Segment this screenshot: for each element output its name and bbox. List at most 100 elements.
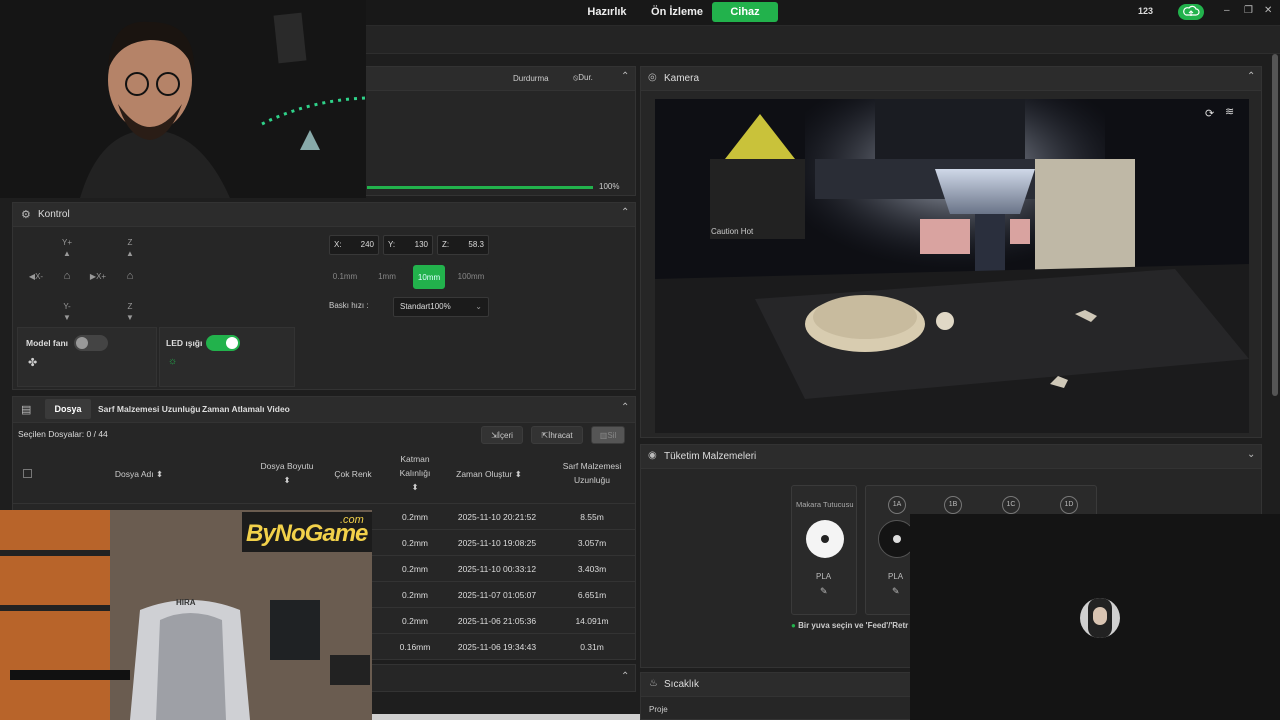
slot-hint-text: Bir yuva seçin ve 'Feed'/'Retr	[798, 621, 909, 630]
edit-icon[interactable]: ✎	[820, 586, 828, 597]
cell-layer-height: 0.2mm	[402, 512, 428, 522]
cell-layer-height: 0.2mm	[402, 590, 428, 600]
cell-created-time: 2025-11-06 19:34:43	[457, 642, 537, 652]
slot-1a[interactable]: 1A	[888, 496, 906, 514]
jog-x-plus-label: X+	[96, 272, 107, 281]
cell-created-time: 2025-11-10 20:21:52	[457, 512, 537, 522]
jog-y-plus-button[interactable]: Y+ ▲	[54, 237, 80, 261]
chevron-up-icon[interactable]: ⌃	[621, 671, 629, 682]
import-button[interactable]: ⇲İçeri	[481, 426, 523, 444]
gear-icon: ⚙	[21, 209, 31, 221]
jog-z-up-label: Z	[127, 238, 133, 247]
tab-filament-length[interactable]: Sarf Malzemesi Uzunluğu	[98, 404, 201, 414]
temperature-title: Sıcaklık	[664, 679, 700, 690]
tab-preview[interactable]: Ön İzleme	[646, 2, 708, 22]
tab-prepare[interactable]: Hazırlık	[580, 2, 634, 22]
minimize-button[interactable]: –	[1224, 5, 1230, 16]
cell-filament-length: 14.091m	[575, 616, 609, 626]
x-position-field[interactable]: X: 240	[329, 235, 379, 255]
spool-icon: ◉	[648, 450, 657, 461]
home-z-button[interactable]: ⌂	[117, 271, 143, 295]
delete-button[interactable]: ▥Sil	[591, 426, 625, 444]
spool-holder-label: Makara Tutucusu	[796, 500, 854, 509]
scrollbar[interactable]	[1272, 54, 1278, 396]
restore-button[interactable]: ❐	[1244, 5, 1253, 16]
edit-icon[interactable]: ✎	[892, 586, 900, 597]
col-file-name[interactable]: Dosya Adı ⬍	[99, 467, 179, 481]
filament-header: ◉ Tüketim Malzemeleri ⌄	[641, 445, 1261, 469]
sort-icon: ⬍	[156, 469, 164, 479]
triangle-up-icon: ▲	[63, 249, 71, 258]
webcam-overlay-room: ByNoGame .com HIRA	[0, 510, 372, 720]
chevron-up-icon[interactable]: ⌃	[621, 71, 629, 82]
col-created-time[interactable]: Zaman Oluştur ⬍	[449, 467, 529, 481]
cell-layer-height: 0.2mm	[402, 564, 428, 574]
stop-button[interactable]: Durdurma	[513, 74, 549, 83]
col-multicolor: Çok Renk	[334, 469, 372, 479]
import-label: İçeri	[497, 431, 513, 440]
jog-x-plus-button[interactable]: ▶X+	[85, 271, 111, 295]
camera-title: Kamera	[664, 73, 700, 84]
step-10mm-button[interactable]: 10mm	[413, 265, 445, 289]
chevron-up-icon[interactable]: ⌃	[621, 402, 629, 413]
slot-1b[interactable]: 1B	[944, 496, 962, 514]
webcam-overlay-right	[910, 514, 1280, 720]
step-1mm-button[interactable]: 1mm	[371, 267, 403, 285]
triangle-down-icon: ▼	[63, 313, 71, 322]
z-position-field[interactable]: Z: 58.3	[437, 235, 489, 255]
led-toggle-knob	[226, 337, 238, 349]
refresh-icon[interactable]: ⟳	[1205, 107, 1214, 120]
logo-suffix: .com	[340, 514, 364, 526]
export-label: İhracat	[548, 431, 573, 440]
import-icon: ⇲	[491, 431, 498, 440]
slot-1d[interactable]: 1D	[1060, 496, 1078, 514]
spool-center-icon	[821, 535, 829, 543]
pause-label: Dur.	[578, 73, 593, 82]
col-created-time-label: Zaman Oluştur	[456, 469, 513, 479]
chevron-up-icon[interactable]: ⌃	[621, 207, 629, 218]
col-file-size-label: Dosya Boyutu	[260, 461, 314, 471]
step-100mm-button[interactable]: 100mm	[453, 267, 489, 285]
led-toggle[interactable]	[206, 335, 240, 351]
jog-x-minus-button[interactable]: ◀X-	[23, 271, 49, 295]
material-label-external: PLA	[816, 572, 832, 581]
speed-label: Baskı hızı :	[329, 301, 369, 310]
camera-icon: ◎	[648, 72, 657, 83]
x-value: 240	[360, 240, 374, 249]
fan-toggle[interactable]	[74, 335, 108, 351]
led-light-card: LED ışığı ☼	[159, 327, 295, 387]
avatar	[1080, 598, 1120, 638]
chevron-down-icon[interactable]: ⌄	[1247, 449, 1255, 460]
col-layer-height[interactable]: Katman Kalınlığı ⬍	[389, 452, 441, 494]
spool-holder-card[interactable]: Makara Tutucusu PLA ✎	[791, 485, 857, 615]
cell-filament-length: 3.403m	[577, 564, 607, 574]
speed-select[interactable]: Standart100% ⌄	[393, 297, 489, 317]
jog-y-minus-button[interactable]: Y- ▼	[54, 301, 80, 325]
z-label: Z:	[442, 240, 450, 249]
export-button[interactable]: ⇱İhracat	[531, 426, 583, 444]
close-button[interactable]: ✕	[1264, 5, 1272, 16]
slot-hint: ● Bir yuva seçin ve 'Feed'/'Retr	[791, 621, 908, 630]
tab-files[interactable]: Dosya	[45, 399, 91, 419]
cloud-sync-button[interactable]	[1178, 4, 1204, 20]
camera-feed[interactable]: Caution Hot ⟳ ≋	[655, 99, 1249, 433]
slot-1c[interactable]: 1C	[1002, 496, 1020, 514]
select-all-checkbox[interactable]	[23, 469, 32, 478]
jog-z-down-button[interactable]: Z ▼	[117, 301, 143, 325]
lightbulb-icon: ☼	[168, 356, 178, 367]
tab-device[interactable]: Cihaz	[712, 2, 778, 22]
col-file-name-label: Dosya Adı	[114, 469, 154, 479]
pause-button[interactable]: ⦸Dur.	[573, 73, 593, 83]
camera-panel: ◎ Kamera ⌃ Caution Hot ⟳ ≋	[640, 66, 1262, 438]
wifi-icon: ≋	[1225, 106, 1235, 118]
y-position-field[interactable]: Y: 130	[383, 235, 433, 255]
chevron-up-icon[interactable]: ⌃	[1247, 71, 1255, 82]
led-label: LED ışığı	[166, 338, 203, 348]
jog-z-up-button[interactable]: Z ▲	[117, 237, 143, 261]
z-value: 58.3	[468, 240, 484, 249]
step-0-1mm-button[interactable]: 0.1mm	[329, 267, 361, 285]
tab-timelapse[interactable]: Zaman Atlamalı Video	[202, 404, 290, 414]
sort-icon: ⬍	[283, 475, 291, 485]
home-xy-button[interactable]: ⌂	[54, 271, 80, 295]
col-file-size[interactable]: Dosya Boyutu ⬍	[259, 459, 315, 487]
